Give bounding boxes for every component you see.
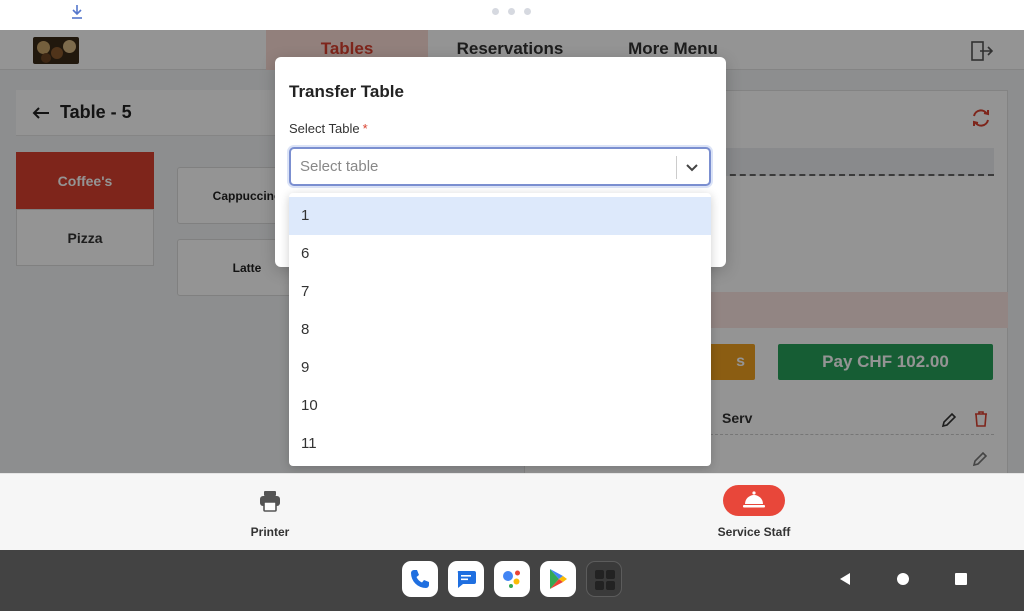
table-options-list: 1 6 7 8 9 10 11 <box>289 193 711 466</box>
status-bar <box>0 0 1024 30</box>
play-store-icon <box>550 569 567 589</box>
dock-assistant-app[interactable] <box>494 561 530 597</box>
option-table-7[interactable]: 7 <box>289 273 711 311</box>
service-staff-label: Service Staff <box>717 525 791 539</box>
printer-label: Printer <box>250 525 290 539</box>
dock-app-drawer[interactable] <box>586 561 622 597</box>
option-table-9[interactable]: 9 <box>289 349 711 387</box>
option-table-10[interactable]: 10 <box>289 387 711 425</box>
printer-button[interactable]: Printer <box>200 474 340 551</box>
select-placeholder: Select table <box>300 158 379 175</box>
option-table-1[interactable]: 1 <box>289 197 711 235</box>
service-staff-button[interactable]: Service Staff <box>684 474 824 551</box>
dock-play-store-app[interactable] <box>540 561 576 597</box>
select-separator <box>676 156 677 179</box>
select-table-input[interactable]: Select table <box>289 147 711 186</box>
nav-recents-icon[interactable] <box>954 572 968 586</box>
printer-icon <box>260 491 280 512</box>
system-navigation-bar <box>0 550 1024 611</box>
required-marker: * <box>362 121 368 136</box>
messages-icon <box>457 571 476 588</box>
dock-phone-app[interactable] <box>402 561 438 597</box>
select-table-label: Select Table * <box>289 121 368 136</box>
bottom-action-bar: Printer Service Staff <box>0 473 1024 550</box>
page-indicator <box>492 8 531 15</box>
download-icon <box>72 5 82 19</box>
dialog-title: Transfer Table <box>289 82 404 101</box>
option-table-6[interactable]: 6 <box>289 235 711 273</box>
app-grid-icon <box>595 570 615 590</box>
assistant-icon <box>503 570 520 588</box>
option-table-8[interactable]: 8 <box>289 311 711 349</box>
nav-home-icon[interactable] <box>896 572 910 586</box>
chevron-down-icon[interactable] <box>684 159 700 175</box>
nav-back-icon[interactable] <box>838 572 852 586</box>
phone-icon <box>411 570 429 588</box>
field-label-text: Select Table <box>289 121 360 136</box>
service-bell-icon <box>743 491 765 508</box>
dock-messages-app[interactable] <box>448 561 484 597</box>
option-table-11[interactable]: 11 <box>289 425 711 463</box>
service-staff-pill <box>723 485 785 516</box>
